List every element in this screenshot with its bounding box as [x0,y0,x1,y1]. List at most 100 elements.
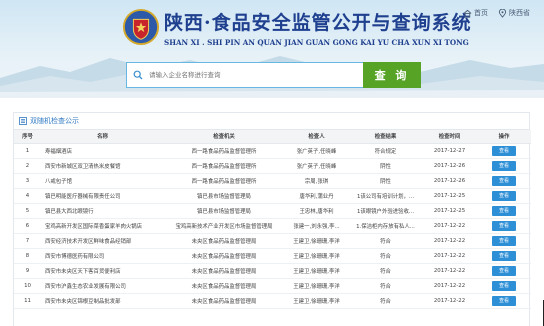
row-name: 西安市沪鑫生态农业发展有限公司 [41,278,164,294]
col-header-name: 名称 [41,130,164,144]
row-name: 西安经济技术开发区鲜味食品经销部 [41,233,164,249]
row-result: 符合 [349,263,422,279]
row-inspector: 张广英子,任晓峰 [284,158,349,174]
row-no: 3 [14,173,41,189]
table-row: 1 寿福烟酒店 西一路食品药品监督管理所 张广英子,任晓峰 符合规定 2017-… [14,143,531,159]
row-action-cell: 查看 [477,203,531,219]
row-date: 2017-12-22 [422,248,477,264]
row-no: 7 [14,233,41,249]
site-title: 陕西·食品安全监管公开与查询系统 [164,12,472,34]
table-row: 6 宝鸡高新开发区国际菜香蛋家羊肉火锅店 宝鸡高新技术产业开发区市场监督管理局 … [14,218,531,234]
home-link-label: 首页 [474,9,488,17]
col-header-action: 操作 [477,130,531,144]
header-banner: 陕西·食品安全监管公开与查询系统 SHAN XI . SHI PIN AN QU… [0,0,544,98]
view-button[interactable]: 查看 [492,280,516,291]
home-icon [463,9,472,18]
row-inspector: 张建一,刘永强,李... [284,218,349,234]
inspection-panel: 双随机检查公示 序号 名称 检查机关 检查人 检查结果 检查时间 操作 1 寿福… [13,112,531,326]
row-inspector: 唐华利,蒲业丹 [284,188,349,204]
view-button[interactable]: 查看 [492,145,516,156]
row-org: 西一路食品药品监督管理所 [164,143,284,159]
location-pin-icon [498,8,507,18]
view-button[interactable]: 查看 [492,160,516,171]
row-no: 6 [14,218,41,234]
row-result: 1该眼镜户外验进验收... [349,203,422,219]
panel-title: 双随机检查公示 [30,117,79,125]
row-date: 2017-12-25 [422,203,477,219]
row-date: 2017-12-22 [422,278,477,294]
panel-header: 双随机检查公示 [14,113,529,130]
row-result: 1该公司有培训计划，... [349,188,422,204]
row-no: 10 [14,278,41,294]
row-name: 镇巴明能医疗器械有限责任公司 [41,188,164,204]
row-org: 未央区食品药品监督管理局 [164,233,284,249]
row-result: 符合 [349,233,422,249]
row-org: 宝鸡高新技术产业开发区市场监督管理局 [164,218,284,234]
emblem-icon [122,8,160,46]
view-button[interactable]: 查看 [492,175,516,186]
view-button[interactable]: 查看 [492,190,516,201]
view-button[interactable]: 查看 [492,205,516,216]
table-row: 4 镇巴明能医疗器械有限责任公司 镇巴县市场监督管理局 唐华利,蒲业丹 1该公司… [14,188,531,204]
row-no: 5 [14,203,41,219]
row-inspector: 宗周,张琪 [284,173,349,189]
row-org: 镇巴县市场监督管理局 [164,203,284,219]
table-header-row: 序号 名称 检查机关 检查人 检查结果 检查时间 操作 [14,130,531,144]
inspection-table: 序号 名称 检查机关 检查人 检查结果 检查时间 操作 1 寿福烟酒店 西一路食… [14,130,531,309]
row-name: 镇巴县大西北眼镜行 [41,203,164,219]
row-date: 2017-12-22 [422,233,477,249]
row-no: 4 [14,188,41,204]
row-inspector: 王建卫,徐珊珊,李洋 [284,263,349,279]
table-row: 5 镇巴县大西北眼镜行 镇巴县市场监督管理局 王忠林,唐华利 1该眼镜户外验进验… [14,203,531,219]
table-row: 7 西安经济技术开发区鲜味食品经销部 未央区食品药品监督管理局 王建卫,徐珊珊,… [14,233,531,249]
row-name: 寿福烟酒店 [41,143,164,159]
row-org: 未央区食品药品监督管理局 [164,293,284,309]
table-row: 11 西安市未央区锦根豆制品批发部 未央区食品药品监督管理局 王建卫,徐珊珊,李… [14,293,531,309]
row-name: 西安市博德医药有限公司 [41,248,164,264]
table-row: 9 西安市未央区天下客百货便利店 未央区食品药品监督管理局 王建卫,徐珊珊,李洋… [14,263,531,279]
row-name: 西安市未央区天下客百货便利店 [41,263,164,279]
view-button[interactable]: 查看 [492,265,516,276]
row-action-cell: 查看 [477,293,531,309]
search-button[interactable]: 查 询 [363,62,421,88]
search-field[interactable] [126,62,363,88]
row-inspector: 王建卫,徐珊珊,李洋 [284,293,349,309]
region-link[interactable]: 陕西省 [498,8,530,18]
col-header-inspector: 检查人 [284,130,349,144]
row-action-cell: 查看 [477,278,531,294]
row-action-cell: 查看 [477,248,531,264]
row-action-cell: 查看 [477,173,531,189]
row-result: 阴性 [349,158,422,174]
top-links: 首页 陕西省 [463,8,530,18]
col-header-date: 检查时间 [422,130,477,144]
table-row: 2 西安市新城区双卫清热米皮餐馆 西一路食品药品监督管理所 张广英子,任晓峰 阴… [14,158,531,174]
table-row: 3 八戒包子馆 西一路食品药品监督管理所 宗周,张琪 阴性 2017-12-26… [14,173,531,189]
row-result: 阴性 [349,173,422,189]
row-inspector: 王建卫,徐珊珊,李洋 [284,248,349,264]
view-button[interactable]: 查看 [492,295,516,306]
row-org: 镇巴县市场监督管理局 [164,188,284,204]
view-button[interactable]: 查看 [492,220,516,231]
row-inspector: 张广英子,任晓峰 [284,143,349,159]
row-date: 2017-12-22 [422,263,477,279]
row-action-cell: 查看 [477,188,531,204]
search-input[interactable] [149,71,349,79]
row-result: 1.保洁柜内存放有私人... [349,218,422,234]
col-header-org: 检查机关 [164,130,284,144]
table-row: 10 西安市沪鑫生态农业发展有限公司 未央区食品药品监督管理局 王建卫,徐珊珊,… [14,278,531,294]
row-action-cell: 查看 [477,233,531,249]
row-result: 符合 [349,248,422,264]
row-org: 西一路食品药品监督管理所 [164,173,284,189]
row-result: 符合 [349,293,422,309]
row-date: 2017-12-27 [422,143,477,159]
row-name: 西安市新城区双卫清热米皮餐馆 [41,158,164,174]
row-no: 9 [14,263,41,279]
view-button[interactable]: 查看 [492,250,516,261]
col-header-result: 检查结果 [349,130,422,144]
row-name: 八戒包子馆 [41,173,164,189]
row-name: 宝鸡高新开发区国际菜香蛋家羊肉火锅店 [41,218,164,234]
row-date: 2017-12-25 [422,188,477,204]
region-link-label: 陕西省 [509,9,530,17]
home-link[interactable]: 首页 [463,8,488,18]
view-button[interactable]: 查看 [492,235,516,246]
